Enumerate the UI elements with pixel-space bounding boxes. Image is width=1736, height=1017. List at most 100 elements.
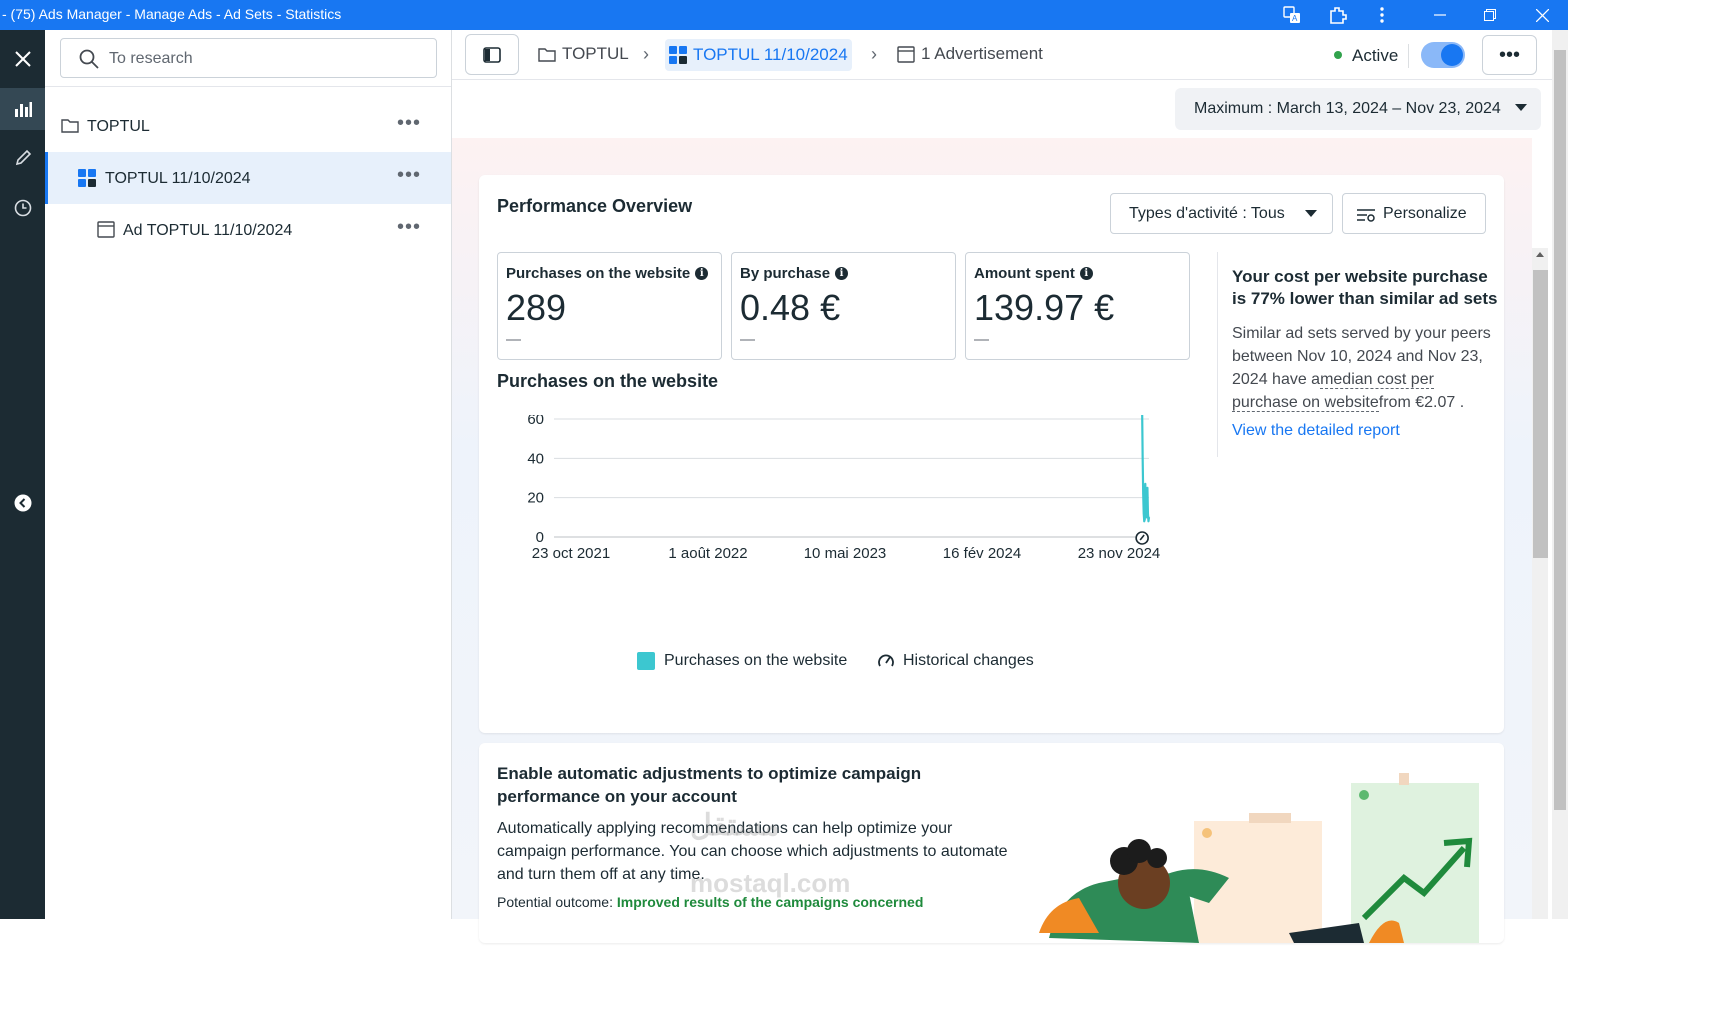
more-options-icon[interactable]: ••• [397,164,421,187]
folder-icon [61,119,79,133]
history-marker-icon [1135,531,1149,545]
personalize-button[interactable]: Personalize [1342,193,1486,234]
pencil-icon [15,149,31,166]
translate-icon[interactable]: A [1281,4,1303,26]
scroll-up-arrow-icon[interactable] [1536,252,1544,257]
main-panel: TOPTUL › TOPTUL 11/10/2024 › 1 Advertise… [452,30,1568,943]
status-indicator [1334,51,1342,59]
scrollbar-thumb[interactable] [1554,50,1566,810]
metric-card-purchases[interactable]: Purchases on the website i 289 — [497,252,722,360]
content-scrollbar[interactable] [1532,248,1548,919]
metric-label-row: Amount spent i [974,265,1093,282]
tree-item-adset[interactable]: TOPTUL 11/10/2024 ••• [45,152,451,204]
more-options-icon[interactable]: ••• [397,112,421,135]
caret-down-icon [1305,210,1317,217]
page-scrollbar[interactable] [1552,30,1568,919]
metric-label-row: By purchase i [740,265,849,282]
edit-button[interactable] [0,137,45,179]
data-point [1142,512,1145,515]
historical-changes-icon [878,654,894,667]
data-point [1145,516,1148,519]
metric-label: Purchases on the website [506,265,691,282]
breadcrumb-ads[interactable]: 1 Advertisement [897,44,1043,64]
minimize-icon[interactable] [1429,4,1451,26]
breadcrumb-label: 1 Advertisement [921,44,1043,63]
benchmark-insight: Your cost per website purchase is 77% lo… [1217,252,1498,457]
data-point [1141,457,1144,460]
close-icon [14,51,31,67]
content-area: Performance Overview Types d'activité : … [452,138,1548,943]
watermark-arabic: مستقل [690,809,780,842]
tree-item-label: TOPTUL 11/10/2024 [105,170,251,187]
scrollbar-thumb[interactable] [1533,270,1548,558]
metric-card-cost-per-purchase[interactable]: By purchase i 0.48 € — [731,252,956,360]
info-icon[interactable]: i [1079,267,1093,280]
metric-label: By purchase [740,265,831,282]
more-options-button[interactable]: ••• [1482,35,1537,75]
collapse-arrow-icon [14,494,31,512]
caret-down-icon [1515,104,1527,111]
metric-value: 139.97 € [974,287,1115,328]
statistics-button[interactable] [0,88,45,130]
history-button[interactable] [0,187,45,229]
data-point [1148,516,1150,519]
kebab-menu-icon[interactable] [1371,4,1393,26]
metric-card-amount-spent[interactable]: Amount spent i 139.97 € — [965,252,1190,360]
folder-icon [538,48,556,62]
x-tick-label: 16 fév 2024 [943,545,1021,562]
data-point [1147,520,1150,523]
metric-delta: — [740,331,755,348]
metric-value: 0.48 € [740,287,841,328]
search-input[interactable]: To research [60,38,437,78]
toggle-panel-button[interactable] [465,34,519,75]
sidebar: To research TOPTUL ••• TOPTUL 11/10/2024… [45,30,452,919]
adset-grid-icon [669,46,687,64]
automation-illustration [1039,773,1479,943]
svg-text:A: A [1292,14,1298,23]
active-toggle[interactable] [1421,42,1465,68]
chart-legend: Purchases on the website Historical chan… [637,650,1237,674]
chevron-right-icon: › [871,44,877,64]
x-tick-label: 1 août 2022 [668,545,747,562]
close-icon[interactable] [1531,4,1553,26]
activity-type-dropdown[interactable]: Types d'activité : Tous [1110,193,1333,234]
detailed-report-link[interactable]: View the detailed report [1232,422,1400,440]
metric-label: Amount spent [974,265,1075,282]
breadcrumb-adset[interactable]: TOPTUL 11/10/2024 [665,39,852,71]
tree-item-ad[interactable]: Ad TOPTUL 11/10/2024 ••• [45,206,451,256]
watermark-latin: mostaql.com [690,868,851,898]
tree-item-campaign[interactable]: TOPTUL ••• [45,102,451,152]
outcome-label: Potential outcome: [497,894,613,910]
x-tick-label: 23 nov 2024 [1078,545,1161,562]
restore-icon[interactable] [1479,4,1501,26]
collapse-sidebar-button[interactable] [0,482,45,524]
button-label: Personalize [1383,205,1467,222]
date-range-label: Maximum : March 13, 2024 – Nov 23, 2024 [1194,100,1501,117]
breadcrumb-campaign[interactable]: TOPTUL [538,44,629,64]
extension-icon[interactable] [1327,4,1349,26]
more-options-icon[interactable]: ••• [397,216,421,239]
divider [1408,44,1409,68]
close-panel-button[interactable] [0,38,45,80]
tree-item-label: TOPTUL [87,118,150,135]
ad-icon [97,221,115,238]
y-tick-label: 20 [527,490,544,507]
toggle-knob [1441,44,1463,66]
chart-title: Purchases on the website [497,371,719,391]
metric-value: 289 [506,287,567,328]
window-title: - (75) Ads Manager - Manage Ads - Ad Set… [2,6,342,22]
data-point [1145,504,1147,507]
info-icon[interactable]: i [835,267,849,280]
y-tick-label: 0 [536,529,544,546]
insight-headline: Your cost per website purchase is 77% lo… [1232,267,1498,308]
date-range-picker[interactable]: Maximum : March 13, 2024 – Nov 23, 2024 [1175,88,1541,130]
chevron-right-icon: › [643,44,649,64]
data-point [1143,520,1146,523]
insight-body: Similar ad sets served by your peers bet… [1232,322,1498,414]
data-point [1143,518,1146,521]
legend-series-label: Purchases on the website [664,652,848,669]
automation-card: Enable automatic adjustments to optimize… [479,743,1504,943]
data-point [1147,512,1149,515]
info-icon[interactable]: i [695,267,709,280]
bar-chart-icon [14,102,32,117]
